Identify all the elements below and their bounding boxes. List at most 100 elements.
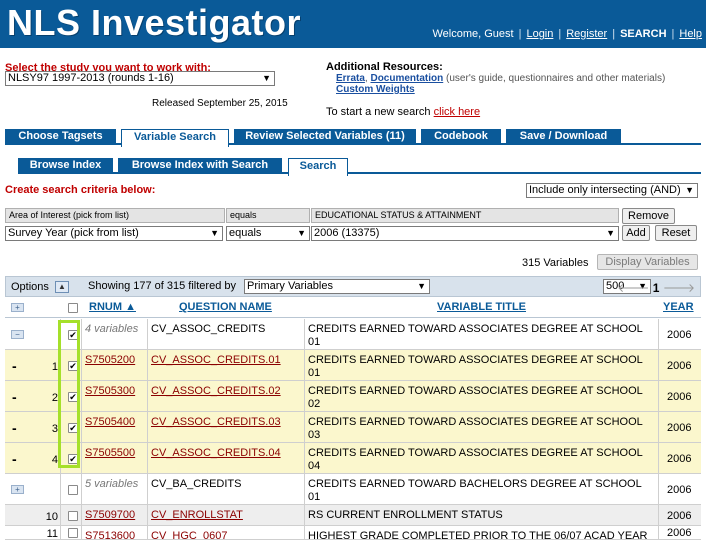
chevron-down-icon: ▼ <box>262 73 271 83</box>
prev-page-icon[interactable]: 🡐 <box>617 281 649 295</box>
tab-browse-index-with-search[interactable]: Browse Index with Search <box>118 158 282 174</box>
rnum-link[interactable]: S7505200 <box>85 354 135 367</box>
remove-icon[interactable]: - <box>12 390 17 404</box>
criteria-head-area: Area of Interest (pick from list) <box>5 208 225 223</box>
col-rnum[interactable]: RNUM ▲ <box>89 301 136 313</box>
question-name[interactable]: CV_ASSOC_CREDITS.03 <box>151 416 281 429</box>
results-toolbar: Options ▲ Showing 177 of 315 filtered by… <box>5 276 701 297</box>
value-select[interactable]: 2006 (13375) ▼ <box>311 226 619 241</box>
resources-links: Errata, Documentation (user's guide, que… <box>336 73 666 84</box>
year-value: 2006 <box>667 527 692 539</box>
filter-select[interactable]: Primary Variables ▼ <box>244 279 430 294</box>
variable-title: CREDITS EARNED TOWARD ASSOCIATES DEGREE … <box>308 323 643 348</box>
reset-button[interactable]: Reset <box>655 225 697 241</box>
add-button[interactable]: Add <box>622 225 650 241</box>
match-mode-select[interactable]: Include only intersecting (AND) ▼ <box>526 183 698 198</box>
question-name[interactable]: CV_ASSOC_CREDITS.04 <box>151 447 281 460</box>
register-link[interactable]: Register <box>566 28 607 40</box>
rnum-link[interactable]: S7509700 <box>85 509 135 522</box>
row-number: 1 <box>51 361 58 373</box>
variable-title: RS CURRENT ENROLLMENT STATUS <box>308 509 503 521</box>
row-checkbox[interactable] <box>68 528 78 538</box>
tab-choose-tagsets[interactable]: Choose Tagsets <box>5 129 116 145</box>
row-checkbox[interactable] <box>68 485 78 495</box>
errata-link[interactable]: Errata <box>336 73 365 84</box>
rnum-link[interactable]: S7513600 <box>85 530 135 540</box>
rnum-link[interactable]: S7505300 <box>85 385 135 398</box>
total-variables: 315 Variables <box>522 257 589 269</box>
sub-tabs: Browse Index Browse Index with Search Se… <box>18 158 701 176</box>
display-variables-button[interactable]: Display Variables <box>597 254 698 270</box>
question-name[interactable]: CV_HGC_0607 <box>151 530 227 540</box>
search-link[interactable]: SEARCH <box>620 28 666 40</box>
variable-count: 4 variables <box>85 323 139 335</box>
variable-title: CREDITS EARNED TOWARD ASSOCIATES DEGREE … <box>308 354 643 379</box>
study-select[interactable]: NLSY97 1997-2013 (rounds 1-16) ▼ <box>5 71 275 86</box>
new-search-line: To start a new search click here <box>326 106 481 118</box>
custom-weights-link[interactable]: Custom Weights <box>336 84 415 95</box>
year-value: 2006 <box>667 510 692 522</box>
results-header: + RNUM ▲ QUESTION NAME VARIABLE TITLE YE… <box>5 298 701 318</box>
operator-select[interactable]: equals ▼ <box>226 226 310 241</box>
next-page-icon[interactable]: 🡒 <box>663 281 695 295</box>
group-row: − ✔ 4 variables CV_ASSOC_CREDITS CREDITS EAR… <box>5 319 701 350</box>
col-question-name[interactable]: QUESTION NAME <box>179 301 272 313</box>
tab-browse-index[interactable]: Browse Index <box>18 158 113 174</box>
welcome-text: Welcome, Guest <box>432 28 514 40</box>
question-name: CV_BA_CREDITS <box>151 478 242 490</box>
help-link[interactable]: Help <box>679 28 702 40</box>
tab-variable-search[interactable]: Variable Search <box>121 129 229 147</box>
col-variable-title[interactable]: VARIABLE TITLE <box>437 301 526 313</box>
remove-button[interactable]: Remove <box>622 208 675 224</box>
new-search-link[interactable]: click here <box>434 106 480 118</box>
table-row: 10 S7509700 CV_ENROLLSTAT RS CURRENT ENROLL… <box>5 505 701 526</box>
remove-icon[interactable]: - <box>12 452 17 466</box>
row-number: 10 <box>45 511 58 523</box>
table-row: 11 S7513600 CV_HGC_0607 HIGHEST GRADE COMPL… <box>5 526 701 540</box>
variable-title: CREDITS EARNED TOWARD ASSOCIATES DEGREE … <box>308 416 643 441</box>
row-checkbox[interactable] <box>68 511 78 521</box>
question-name[interactable]: CV_ENROLLSTAT <box>151 509 243 522</box>
variable-count: 5 variables <box>85 478 139 490</box>
expand-all-icon[interactable]: + <box>11 303 24 312</box>
criteria-label: Create search criteria below: <box>5 184 156 196</box>
tab-codebook[interactable]: Codebook <box>421 129 501 145</box>
row-number: 3 <box>51 423 58 435</box>
current-page: 1 <box>652 281 660 295</box>
collapse-icon[interactable]: ▲ <box>55 281 69 293</box>
release-date: Released September 25, 2015 <box>152 98 288 109</box>
question-name[interactable]: CV_ASSOC_CREDITS.01 <box>151 354 281 367</box>
year-value: 2006 <box>667 360 692 372</box>
sort-up-icon: ▲ <box>125 301 136 313</box>
col-year[interactable]: YEAR <box>663 301 694 313</box>
criteria-head-value: EDUCATIONAL STATUS & ATTAINMENT <box>311 208 619 223</box>
rnum-link[interactable]: S7505400 <box>85 416 135 429</box>
remove-icon[interactable]: - <box>12 421 17 435</box>
pager: 🡐 1 🡒 <box>617 280 695 295</box>
remove-icon[interactable]: - <box>12 359 17 373</box>
table-row: -3 ✔ S7505400 CV_ASSOC_CREDITS.03 CREDITS EA… <box>5 412 701 443</box>
tab-search[interactable]: Search <box>288 158 348 176</box>
question-name[interactable]: CV_ASSOC_CREDITS.02 <box>151 385 281 398</box>
table-row: -1 ✔ S7505200 CV_ASSOC_CREDITS.01 CREDITS EA… <box>5 350 701 381</box>
documentation-link[interactable]: Documentation <box>370 73 443 84</box>
rnum-link[interactable]: S7505500 <box>85 447 135 460</box>
year-value: 2006 <box>667 422 692 434</box>
area-select[interactable]: Survey Year (pick from list) ▼ <box>5 226 223 241</box>
app-title: NLS Investigator <box>7 2 302 43</box>
login-link[interactable]: Login <box>526 28 553 40</box>
row-number: 11 <box>46 528 58 540</box>
row-number: 2 <box>51 392 58 404</box>
collapse-group-icon[interactable]: − <box>11 330 24 339</box>
options-label: Options <box>11 281 49 293</box>
expand-group-icon[interactable]: + <box>11 485 24 494</box>
tab-save-download[interactable]: Save / Download <box>506 129 621 145</box>
main-tabs: Choose Tagsets Variable Search Review Se… <box>5 129 701 147</box>
year-value: 2006 <box>667 391 692 403</box>
select-all-checkbox[interactable] <box>68 303 78 313</box>
tab-review-selected[interactable]: Review Selected Variables (11) <box>234 129 416 145</box>
criteria-head-operator: equals <box>226 208 310 223</box>
showing-text: Showing 177 of 315 filtered by <box>88 280 236 292</box>
variable-title: HIGHEST GRADE COMPLETED PRIOR TO THE 06/… <box>308 530 648 540</box>
table-row: -4 ✔ S7505500 CV_ASSOC_CREDITS.04 CREDITS EA… <box>5 443 701 474</box>
